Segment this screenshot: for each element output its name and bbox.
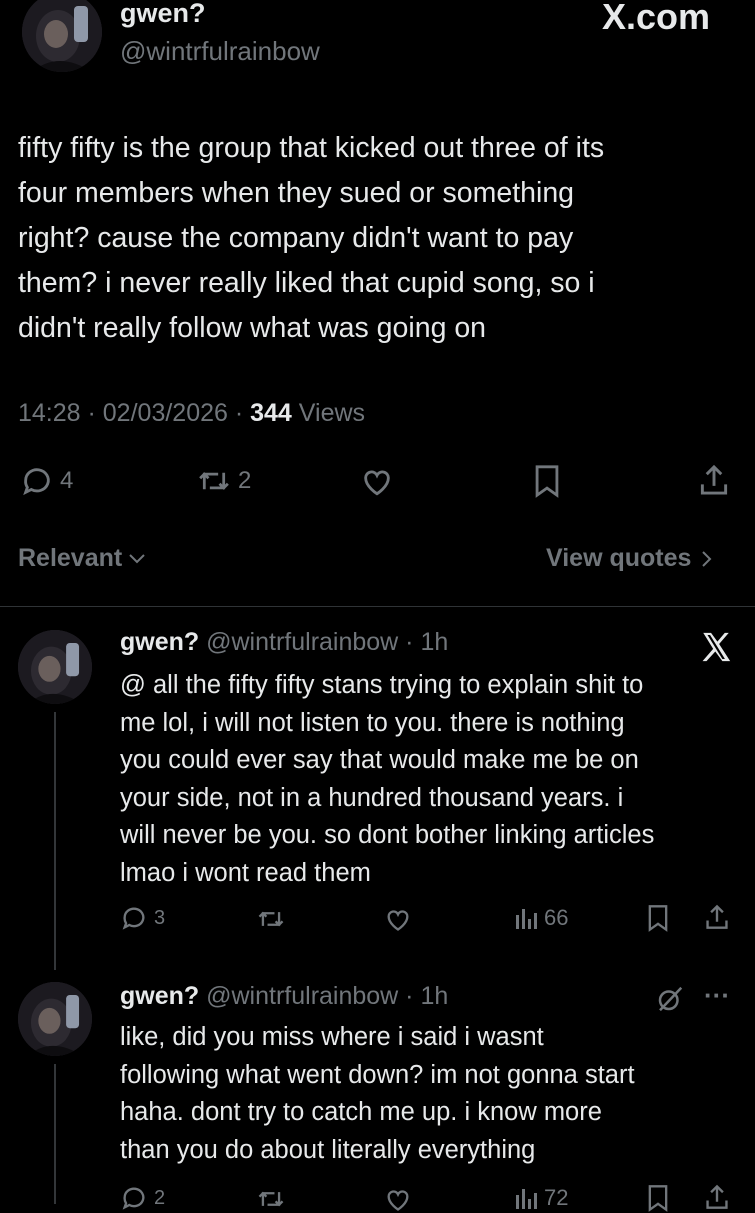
post-text-line: four members when they sued or something xyxy=(18,177,575,209)
share-icon xyxy=(698,462,730,498)
reply-meta[interactable]: @wintrfulrainbow · 1h xyxy=(206,628,448,656)
like-button[interactable] xyxy=(384,906,412,932)
reply-button[interactable]: 2 xyxy=(120,1184,165,1212)
avatar[interactable] xyxy=(18,982,92,1056)
post-time[interactable]: 14:28 xyxy=(18,399,81,427)
author-display-name[interactable]: gwen? xyxy=(120,0,206,29)
post-text: fifty fifty is the group that kicked out… xyxy=(18,126,604,351)
repost-count: 2 xyxy=(238,467,252,494)
analytics-icon xyxy=(514,1185,538,1211)
views-button[interactable]: 66 xyxy=(514,905,568,931)
post-text-line: didn't really follow what was going on xyxy=(18,312,487,344)
share-button[interactable] xyxy=(704,1182,730,1212)
chevron-down-icon xyxy=(128,553,146,565)
author-handle[interactable]: @wintrfulrainbow xyxy=(120,36,320,67)
reply-text-line: like, did you miss where i said i wasnt xyxy=(120,1023,544,1051)
reply-header: gwen? @wintrfulrainbow · 1h xyxy=(120,628,448,657)
bookmark-icon xyxy=(532,464,562,498)
site-logo: X.com xyxy=(602,0,711,37)
reply-text-line: will never be you. so dont bother linkin… xyxy=(120,821,655,849)
like-icon xyxy=(360,465,394,497)
post-date[interactable]: 02/03/2026 xyxy=(103,399,228,427)
share-icon xyxy=(704,902,730,932)
like-button[interactable] xyxy=(360,465,394,497)
reply-meta[interactable]: @wintrfulrainbow · 1h xyxy=(206,982,448,1010)
views-count: 66 xyxy=(544,905,569,930)
reply-text-line: following what went down? im not gonna s… xyxy=(120,1060,635,1089)
chevron-right-icon xyxy=(701,550,713,568)
repost-button[interactable]: 2 xyxy=(196,464,251,498)
like-icon xyxy=(384,906,412,932)
like-icon xyxy=(384,1186,412,1212)
reply-icon xyxy=(120,1184,148,1212)
grok-icon[interactable] xyxy=(654,984,686,1014)
bookmark-button[interactable] xyxy=(532,464,562,498)
repost-icon xyxy=(256,905,286,933)
reply-text-line: @ all the fifty fifty stans trying to ex… xyxy=(120,671,644,699)
reply-text: @ all the fifty fifty stans trying to ex… xyxy=(120,667,654,892)
x-logo-icon xyxy=(698,630,734,664)
reply-icon xyxy=(20,464,54,498)
reply-text-line: haha. dont try to catch me up. i know mo… xyxy=(120,1098,602,1126)
sort-label: Relevant xyxy=(18,544,123,572)
avatar[interactable] xyxy=(22,0,102,72)
reply-count: 2 xyxy=(154,1186,166,1209)
reply-display-name[interactable]: gwen? xyxy=(120,628,199,656)
like-button[interactable] xyxy=(384,1186,412,1212)
repost-button[interactable] xyxy=(256,1185,286,1213)
analytics-icon xyxy=(514,905,538,931)
avatar[interactable] xyxy=(18,630,92,704)
share-button[interactable] xyxy=(704,902,730,932)
share-button[interactable] xyxy=(698,462,730,498)
bookmark-button[interactable] xyxy=(646,1184,670,1212)
bookmark-icon xyxy=(646,1184,670,1212)
more-options-icon[interactable]: ··· xyxy=(704,980,730,1011)
bookmark-icon xyxy=(646,904,670,932)
views-count: 72 xyxy=(544,1185,569,1210)
bookmark-button[interactable] xyxy=(646,904,670,932)
post-meta: 14:28 · 02/03/2026 · 344 Views xyxy=(18,399,366,427)
reply-button[interactable]: 4 xyxy=(20,464,73,498)
thread-line xyxy=(54,1064,56,1204)
reply-text: like, did you miss where i said i wasnt … xyxy=(120,1019,635,1169)
reply-header: gwen? @wintrfulrainbow · 1h xyxy=(120,982,448,1011)
reply-display-name[interactable]: gwen? xyxy=(120,982,199,1010)
reply-count: 4 xyxy=(60,467,74,494)
repost-button[interactable] xyxy=(256,905,286,933)
divider xyxy=(0,606,755,607)
reply-text-line: your side, not in a hundred thousand yea… xyxy=(120,783,624,812)
repost-icon xyxy=(196,464,232,498)
reply-count: 3 xyxy=(154,906,166,929)
reply-icon xyxy=(120,904,148,932)
sort-dropdown[interactable]: Relevant xyxy=(18,544,146,573)
views-label: Views xyxy=(298,399,366,427)
post-text-line: them? i never really liked that cupid so… xyxy=(18,267,595,299)
reply-text-line: than you do about literally everything xyxy=(120,1135,536,1164)
thread-line xyxy=(54,712,56,970)
reply-button[interactable]: 3 xyxy=(120,904,165,932)
reply-text-line: me lol, i will not listen to you. there … xyxy=(120,708,625,737)
views-count: 344 xyxy=(250,399,292,427)
share-icon xyxy=(704,1182,730,1212)
post-text-line: fifty fifty is the group that kicked out… xyxy=(18,132,605,164)
view-quotes-label: View quotes xyxy=(546,544,692,572)
views-button[interactable]: 72 xyxy=(514,1185,568,1211)
repost-icon xyxy=(256,1185,286,1213)
reply-text-line: lmao i wont read them xyxy=(120,858,371,887)
post-text-line: right? cause the company didn't want to … xyxy=(18,222,574,254)
view-quotes-link[interactable]: View quotes xyxy=(546,544,713,573)
reply-text-line: you could ever say that would make me be… xyxy=(120,746,639,774)
